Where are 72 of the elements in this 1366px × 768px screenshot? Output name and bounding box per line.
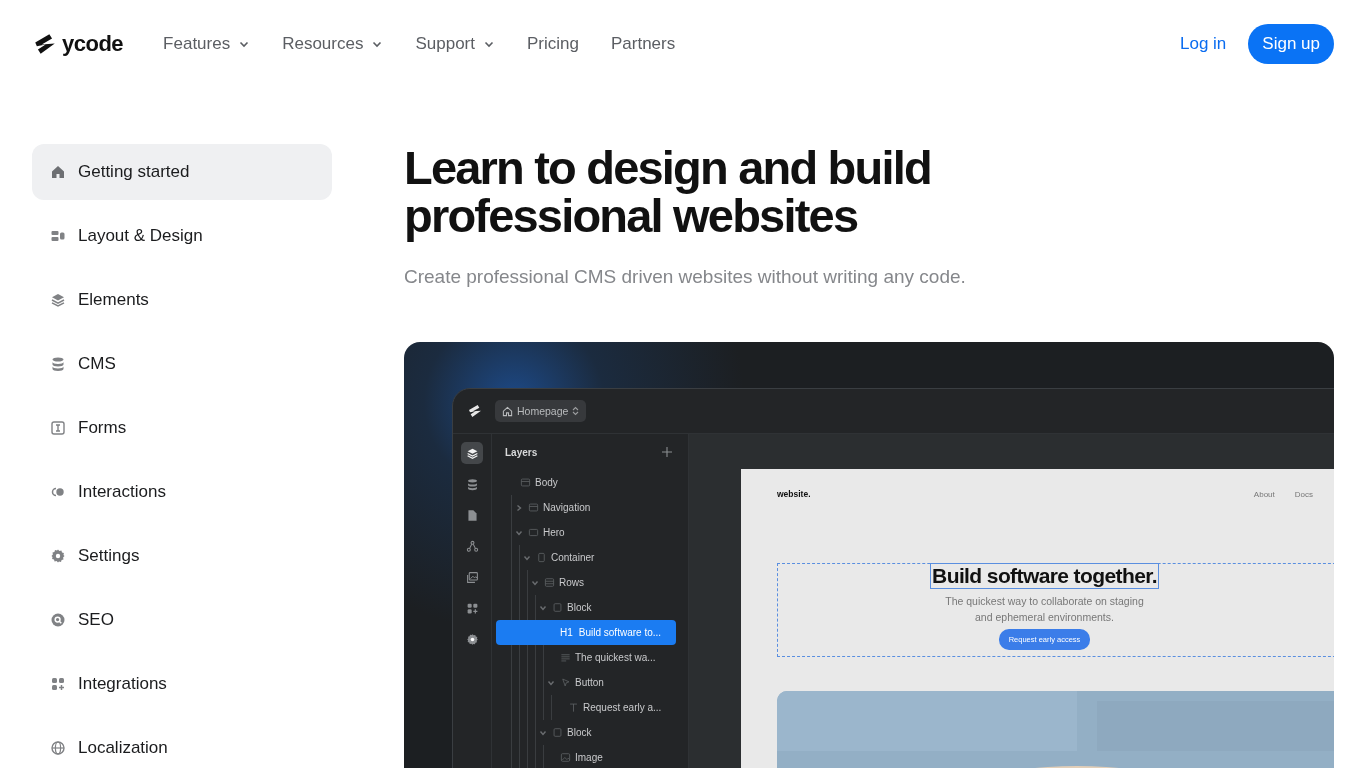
nav-link[interactable]: Partners <box>610 34 676 54</box>
section-icon <box>528 527 539 538</box>
page-title: Learn to design and build professional websites <box>404 144 932 240</box>
page-selector[interactable]: Homepage <box>495 400 587 422</box>
block-icon <box>552 727 563 738</box>
database-icon <box>465 477 479 491</box>
cursor-icon <box>560 677 571 688</box>
sidebar-item[interactable]: Settings <box>32 528 332 584</box>
page-subtitle: Create professional CMS driven websites without writing any code. <box>404 266 967 288</box>
preview-nav-link[interactable]: About <box>1253 489 1275 499</box>
preview-brand: website. <box>777 489 811 499</box>
frame-icon <box>528 502 539 513</box>
settings-icon <box>50 548 66 564</box>
layer-item[interactable]: Hero <box>512 520 676 545</box>
rows-icon <box>544 577 555 588</box>
nav-link[interactable]: Resources <box>282 34 384 54</box>
home-icon <box>502 405 513 417</box>
caret-icon[interactable] <box>514 502 524 513</box>
layer-item[interactable]: The quickest wa... <box>544 645 676 670</box>
sidebar-item[interactable]: Elements <box>32 272 332 328</box>
text-field-icon <box>50 420 66 436</box>
preview-text: The quickest way to collaborate on staging and ephemeral environments. <box>944 594 1145 625</box>
nodes-icon <box>465 539 479 553</box>
updown-icon <box>572 406 580 416</box>
signup-button[interactable]: Sign up <box>1248 24 1334 64</box>
block-icon <box>552 602 563 613</box>
layer-item[interactable]: Container <box>520 545 676 570</box>
layout-icon <box>50 228 66 244</box>
container-icon <box>536 552 547 563</box>
sidebar-item[interactable]: Layout & Design <box>32 208 332 264</box>
nav-link[interactable]: Features <box>163 34 251 54</box>
paragraph-icon <box>560 652 571 663</box>
layer-item[interactable]: Rows <box>528 570 676 595</box>
sidebar-item[interactable]: Interactions <box>32 464 332 520</box>
home-icon <box>50 164 66 180</box>
image-icon <box>560 752 571 763</box>
layer-item[interactable]: Button <box>544 670 676 695</box>
layer-item[interactable]: H1 Build software to... <box>496 620 676 645</box>
file-icon <box>465 508 479 522</box>
rail-button[interactable] <box>461 442 483 464</box>
layer-item[interactable]: Navigation <box>512 495 676 520</box>
add-icon[interactable] <box>662 447 672 457</box>
sidebar-item[interactable]: SEO <box>32 592 332 648</box>
logo-text[interactable]: ycode <box>62 31 124 57</box>
nav-link[interactable]: Pricing <box>527 34 579 54</box>
settings-icon <box>465 632 479 646</box>
search-icon <box>50 612 66 628</box>
logo-icon <box>467 403 483 419</box>
layers-icon <box>465 446 479 460</box>
layer-item[interactable]: Block <box>536 595 676 620</box>
layer-item[interactable]: Image <box>544 745 676 768</box>
apps-icon <box>50 676 66 692</box>
frame-icon <box>520 477 531 488</box>
layer-item[interactable]: Body <box>504 470 676 495</box>
sidebar-item[interactable]: Getting started <box>32 144 332 200</box>
panel-title: Layers <box>505 446 538 458</box>
sidebar-item[interactable]: CMS <box>32 336 332 392</box>
apps-icon <box>465 601 479 615</box>
sidebar-item[interactable]: Localization <box>32 720 332 768</box>
globe-icon <box>50 740 66 756</box>
images-icon <box>465 570 479 584</box>
preview-headline: Build software together. <box>930 563 1159 589</box>
text-icon <box>568 702 579 713</box>
sidebar-item[interactable]: Integrations <box>32 656 332 712</box>
preview-nav-link[interactable]: Docs <box>1294 489 1313 499</box>
layer-item[interactable]: Block <box>536 720 676 745</box>
layer-item[interactable]: Request early a... <box>552 695 676 720</box>
database-icon <box>50 356 66 372</box>
nav-link[interactable]: Support <box>415 34 495 54</box>
login-link[interactable]: Log in <box>1180 34 1227 54</box>
layers-icon <box>50 292 66 308</box>
sidebar-item[interactable]: Forms <box>32 400 332 456</box>
